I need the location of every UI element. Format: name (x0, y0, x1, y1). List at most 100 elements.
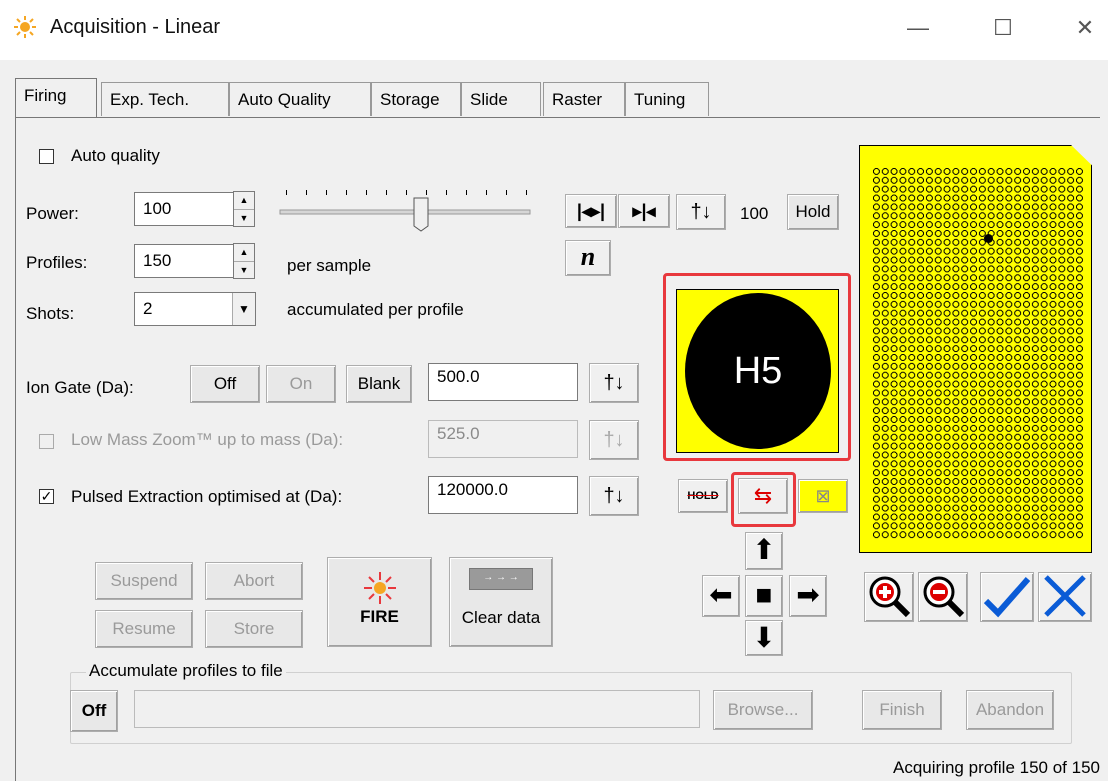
power-input[interactable]: 100 (134, 192, 234, 226)
abort-button[interactable]: Abort (205, 562, 303, 600)
confirm-button[interactable] (980, 572, 1034, 622)
hold-crossed-icon: HOLD (687, 490, 719, 502)
power-spinner[interactable]: ▲ ▼ (233, 191, 255, 227)
raster-arrows-icon: ⇆ (753, 483, 773, 508)
laser-value: 100 (740, 204, 769, 223)
arrow-up-icon: ⬆ (752, 534, 776, 565)
fire-button[interactable]: FIRE (327, 557, 432, 647)
low-mass-up-down-button[interactable]: †↓ (589, 420, 639, 460)
zoom-out-icon (923, 576, 965, 618)
hold-label: Hold (795, 202, 831, 221)
move-up-button[interactable]: ⬆ (745, 532, 783, 570)
ion-gate-input[interactable]: 500.0 (428, 363, 578, 401)
accumulate-group-label: Accumulate profiles to file (86, 661, 286, 681)
stop-move-button[interactable]: ■ (745, 575, 783, 617)
expand-range-button[interactable]: |◂▸| (565, 194, 617, 228)
auto-quality-checkbox[interactable] (39, 149, 54, 164)
auto-quality-label: Auto quality (71, 146, 160, 165)
pulsed-extraction-label: Pulsed Extraction optimised at (Da): (71, 487, 343, 506)
low-mass-zoom-label: Low Mass Zoom™ up to mass (Da): (71, 430, 344, 449)
laser-burst-icon (363, 572, 396, 604)
minimize-button[interactable]: — (893, 8, 943, 48)
ion-gate-up-down-button[interactable]: †↓ (589, 363, 639, 403)
tab-tuning[interactable]: Tuning (625, 82, 709, 116)
tab-slide[interactable]: Slide (461, 82, 541, 116)
tab-firing[interactable]: Firing (15, 78, 97, 117)
zoom-in-button[interactable] (864, 572, 914, 622)
status-text: Acquiring profile 150 of 150 (893, 758, 1100, 777)
app-icon (14, 16, 36, 38)
maximize-button[interactable]: ☐ (978, 8, 1028, 48)
move-down-button[interactable]: ⬇ (745, 620, 783, 656)
raster-mode-button[interactable]: ⇆ (738, 478, 788, 514)
tab-auto-quality[interactable]: Auto Quality (229, 82, 371, 116)
profiles-spinner[interactable]: ▲ ▼ (233, 243, 255, 279)
profiles-label: Profiles: (26, 253, 88, 272)
plate-wells-grid[interactable] (872, 167, 1084, 539)
ion-gate-off-button[interactable]: Off (190, 365, 260, 403)
tab-raster[interactable]: Raster (543, 82, 625, 116)
spot-label: H5 (685, 293, 831, 449)
window-title: Acquisition - Linear (50, 16, 221, 38)
profiles-input[interactable]: 150 (134, 244, 234, 278)
shots-value: 2 (143, 299, 153, 318)
suspend-button[interactable]: Suspend (95, 562, 193, 600)
arrow-right-icon: ➡ (796, 579, 820, 610)
up-down-arrows-icon: †↓ (603, 429, 625, 451)
laser-up-down-button[interactable]: †↓ (676, 194, 726, 230)
pulsed-extraction-input[interactable]: 120000.0 (428, 476, 578, 514)
up-down-arrows-icon: †↓ (603, 372, 625, 394)
contract-arrows-icon: ▸|◂ (632, 201, 656, 221)
zoom-in-icon (869, 576, 911, 618)
browse-button[interactable]: Browse... (713, 690, 813, 730)
shots-suffix: accumulated per profile (287, 300, 464, 319)
fire-label: FIRE (360, 607, 399, 626)
arrow-down-icon: ⬇ (752, 622, 776, 653)
close-button[interactable]: ✕ (1060, 8, 1108, 48)
ion-gate-on-button[interactable]: On (266, 365, 336, 403)
close-x-icon (1044, 575, 1086, 617)
cancel-button[interactable] (1038, 572, 1092, 622)
grid-crossed-icon: ⊠ (815, 486, 831, 506)
ion-gate-label: Ion Gate (Da): (26, 378, 134, 397)
expand-arrows-icon: |◂▸| (576, 201, 606, 221)
profiles-suffix: per sample (287, 256, 372, 275)
current-spot-marker (984, 234, 993, 243)
power-label: Power: (26, 204, 79, 223)
clear-data-label: Clear data (461, 608, 541, 627)
hold-mode-button[interactable]: HOLD (678, 479, 728, 513)
accumulate-off-button[interactable]: Off (70, 690, 118, 732)
up-down-arrows-icon: †↓ (603, 485, 625, 507)
move-left-button[interactable]: ⬅ (702, 575, 740, 617)
shots-label: Shots: (26, 304, 75, 323)
keyboard-icon: → → → (469, 568, 533, 590)
hold-button[interactable]: Hold (787, 194, 839, 230)
zoom-out-button[interactable] (918, 572, 968, 622)
power-slider[interactable] (278, 190, 533, 232)
clear-data-button[interactable]: → → → Clear data (449, 557, 553, 647)
low-mass-zoom-checkbox[interactable] (39, 434, 54, 449)
finish-button[interactable]: Finish (862, 690, 942, 730)
low-mass-zoom-input[interactable]: 525.0 (428, 420, 578, 458)
tab-storage[interactable]: Storage (371, 82, 461, 116)
move-right-button[interactable]: ➡ (789, 575, 827, 617)
chevron-down-icon[interactable]: ▼ (232, 293, 255, 325)
checkmark-icon (983, 577, 1031, 618)
ion-gate-blank-button[interactable]: Blank (346, 365, 412, 403)
title-bar: Acquisition - Linear — ☐ ✕ (0, 0, 1108, 60)
n-button[interactable]: n (565, 240, 611, 276)
pulsed-extraction-up-down-button[interactable]: †↓ (589, 476, 639, 516)
accumulate-path-input[interactable] (134, 690, 700, 728)
stop-square-icon: ■ (755, 579, 773, 610)
arrow-left-icon: ⬅ (709, 579, 733, 610)
up-down-arrows-icon: †↓ (690, 201, 712, 223)
tab-exp-tech[interactable]: Exp. Tech. (101, 82, 229, 116)
contract-range-button[interactable]: ▸|◂ (618, 194, 670, 228)
n-label: n (580, 242, 596, 271)
grid-off-button[interactable]: ⊠ (798, 479, 848, 513)
pulsed-extraction-checkbox[interactable]: ✓ (39, 489, 54, 504)
target-plate-map[interactable] (859, 145, 1092, 553)
resume-button[interactable]: Resume (95, 610, 193, 648)
abandon-button[interactable]: Abandon (966, 690, 1054, 730)
store-button[interactable]: Store (205, 610, 303, 648)
